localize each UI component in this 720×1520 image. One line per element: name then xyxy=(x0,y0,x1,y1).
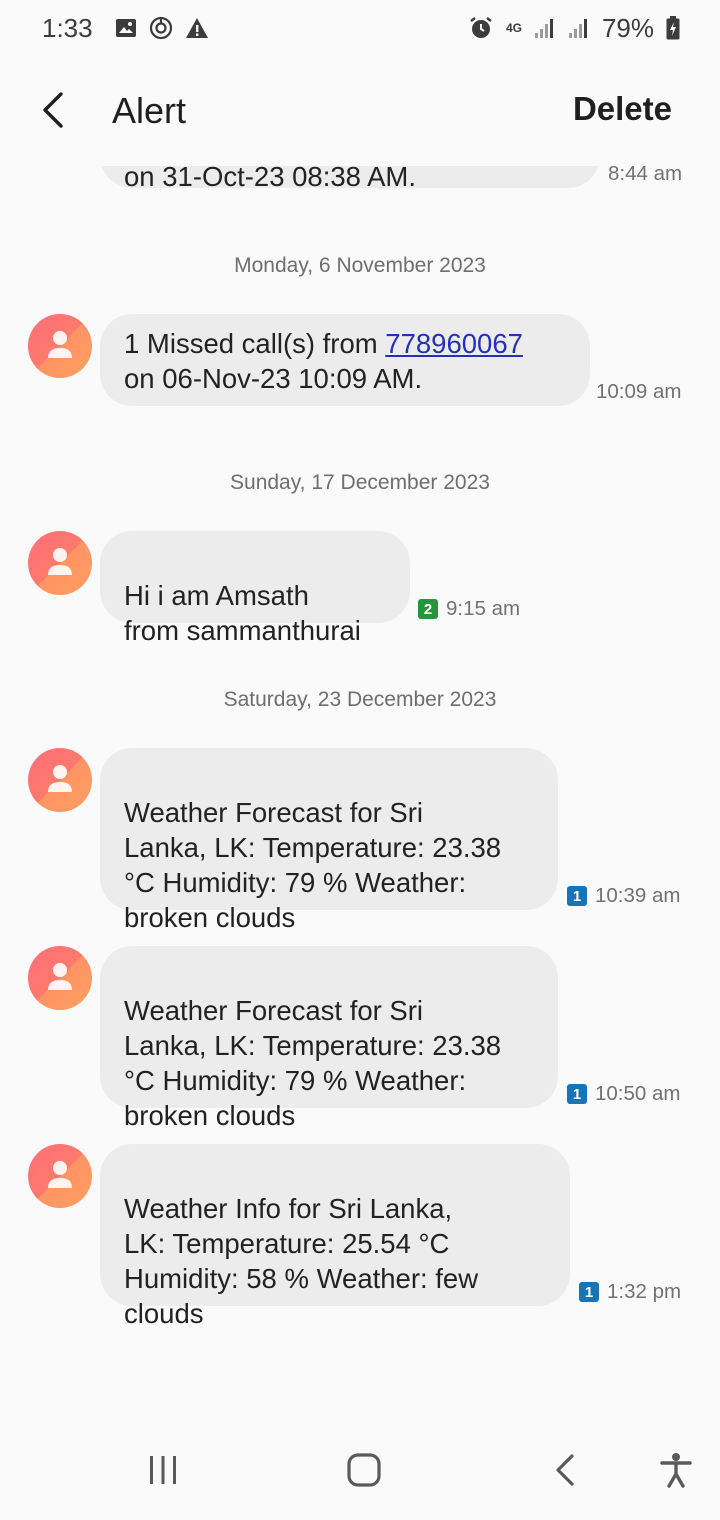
person-icon xyxy=(48,963,72,990)
back-icon xyxy=(556,1454,574,1486)
image-icon xyxy=(115,18,137,38)
warning-icon xyxy=(185,17,209,39)
message-text: Weather Forecast for Sri Lanka, LK: Temp… xyxy=(124,995,502,1131)
conversation-title: Alert xyxy=(112,90,187,131)
system-back-button[interactable] xyxy=(544,1448,588,1492)
recents-button[interactable] xyxy=(141,1448,185,1492)
sender-avatar[interactable] xyxy=(28,531,92,595)
message-bubble-cut[interactable]: on 31-Oct-23 08:38 AM. xyxy=(100,166,600,192)
sim-1-badge: 1 xyxy=(579,1282,599,1302)
sim-2-badge: 2 xyxy=(418,599,438,619)
home-button[interactable] xyxy=(342,1448,386,1492)
message-meta: 1 10:50 am xyxy=(567,1082,680,1106)
phone-number-link[interactable]: 778960067 xyxy=(385,328,523,359)
sender-avatar[interactable] xyxy=(28,1144,92,1208)
accessibility-button[interactable] xyxy=(654,1448,698,1492)
message-text-continued: on 06-Nov-23 10:09 AM. xyxy=(124,363,423,394)
status-left: 1:33 xyxy=(42,13,209,44)
message-text: Hi i am Amsath from sammanthurai xyxy=(124,580,361,646)
network-type-label: 4G xyxy=(505,21,522,35)
message-bubble[interactable]: Hi i am Amsath from sammanthurai xyxy=(100,531,410,646)
message-bubble[interactable]: Weather Forecast for Sri Lanka, LK: Temp… xyxy=(100,946,558,1131)
message-time: 10:39 am xyxy=(595,884,681,907)
back-button[interactable] xyxy=(30,86,78,134)
signal-icon-sim2 xyxy=(568,17,590,39)
sender-avatar[interactable] xyxy=(28,314,92,378)
message-meta: 10:09 am xyxy=(596,380,681,404)
date-separator: Saturday, 23 December 2023 xyxy=(223,688,497,711)
message-bubble[interactable]: Weather Info for Sri Lanka, LK: Temperat… xyxy=(100,1144,570,1329)
message-text: Weather Forecast for Sri Lanka, LK: Temp… xyxy=(124,797,502,933)
message-time: 1:32 pm xyxy=(607,1280,682,1303)
message-text: on 31-Oct-23 08:38 AM. xyxy=(124,166,416,192)
sim-1-badge: 1 xyxy=(567,886,587,906)
system-nav-bar xyxy=(0,1416,720,1520)
status-right: 4G 79% xyxy=(468,13,680,44)
sync-icon xyxy=(149,16,173,40)
sender-avatar[interactable] xyxy=(28,946,92,1010)
recents-icon xyxy=(150,1456,176,1484)
network-type-icon: 4G xyxy=(506,22,522,34)
message-time: 9:15 am xyxy=(446,597,521,620)
message-text: Weather Info for Sri Lanka, LK: Temperat… xyxy=(124,1193,479,1329)
battery-percent: 79% xyxy=(601,12,654,43)
date-separator: Sunday, 17 December 2023 xyxy=(230,471,490,494)
sim-1-badge: 1 xyxy=(567,1084,587,1104)
message-time: 10:50 am xyxy=(595,1082,681,1105)
signal-icon-sim1 xyxy=(534,17,556,39)
message-bubble[interactable]: 1 Missed call(s) from 778960067 on 06-No… xyxy=(100,314,590,406)
alarm-icon xyxy=(468,16,494,40)
back-arrow-icon xyxy=(43,92,63,128)
message-meta: 1 10:39 am xyxy=(567,884,680,908)
sender-avatar[interactable] xyxy=(28,748,92,812)
delete-button[interactable]: Delete xyxy=(573,90,672,128)
message-meta: 2 9:15 am xyxy=(418,597,520,621)
person-icon xyxy=(48,331,72,358)
person-icon xyxy=(48,765,72,792)
battery-charging-icon xyxy=(666,16,680,40)
person-icon xyxy=(48,548,72,575)
status-bar: 1:33 4G 79% xyxy=(0,0,720,56)
person-icon xyxy=(48,1161,72,1188)
message-bubble[interactable]: Weather Forecast for Sri Lanka, LK: Temp… xyxy=(100,748,558,933)
message-meta: 8:44 am xyxy=(608,166,682,186)
message-meta: 1 1:32 pm xyxy=(579,1280,681,1304)
status-time: 1:33 xyxy=(42,12,93,43)
message-time: 8:44 am xyxy=(608,166,683,185)
conversation-list[interactable]: on 31-Oct-23 08:38 AM. 8:44 am Monday, 6… xyxy=(0,166,720,1416)
date-separator: Monday, 6 November 2023 xyxy=(234,254,486,277)
accessibility-icon xyxy=(660,1453,692,1488)
app-header: Alert Delete xyxy=(0,56,720,166)
message-text: 1 Missed call(s) from xyxy=(124,328,386,359)
home-icon xyxy=(347,1453,381,1487)
message-time: 10:09 am xyxy=(596,380,682,403)
